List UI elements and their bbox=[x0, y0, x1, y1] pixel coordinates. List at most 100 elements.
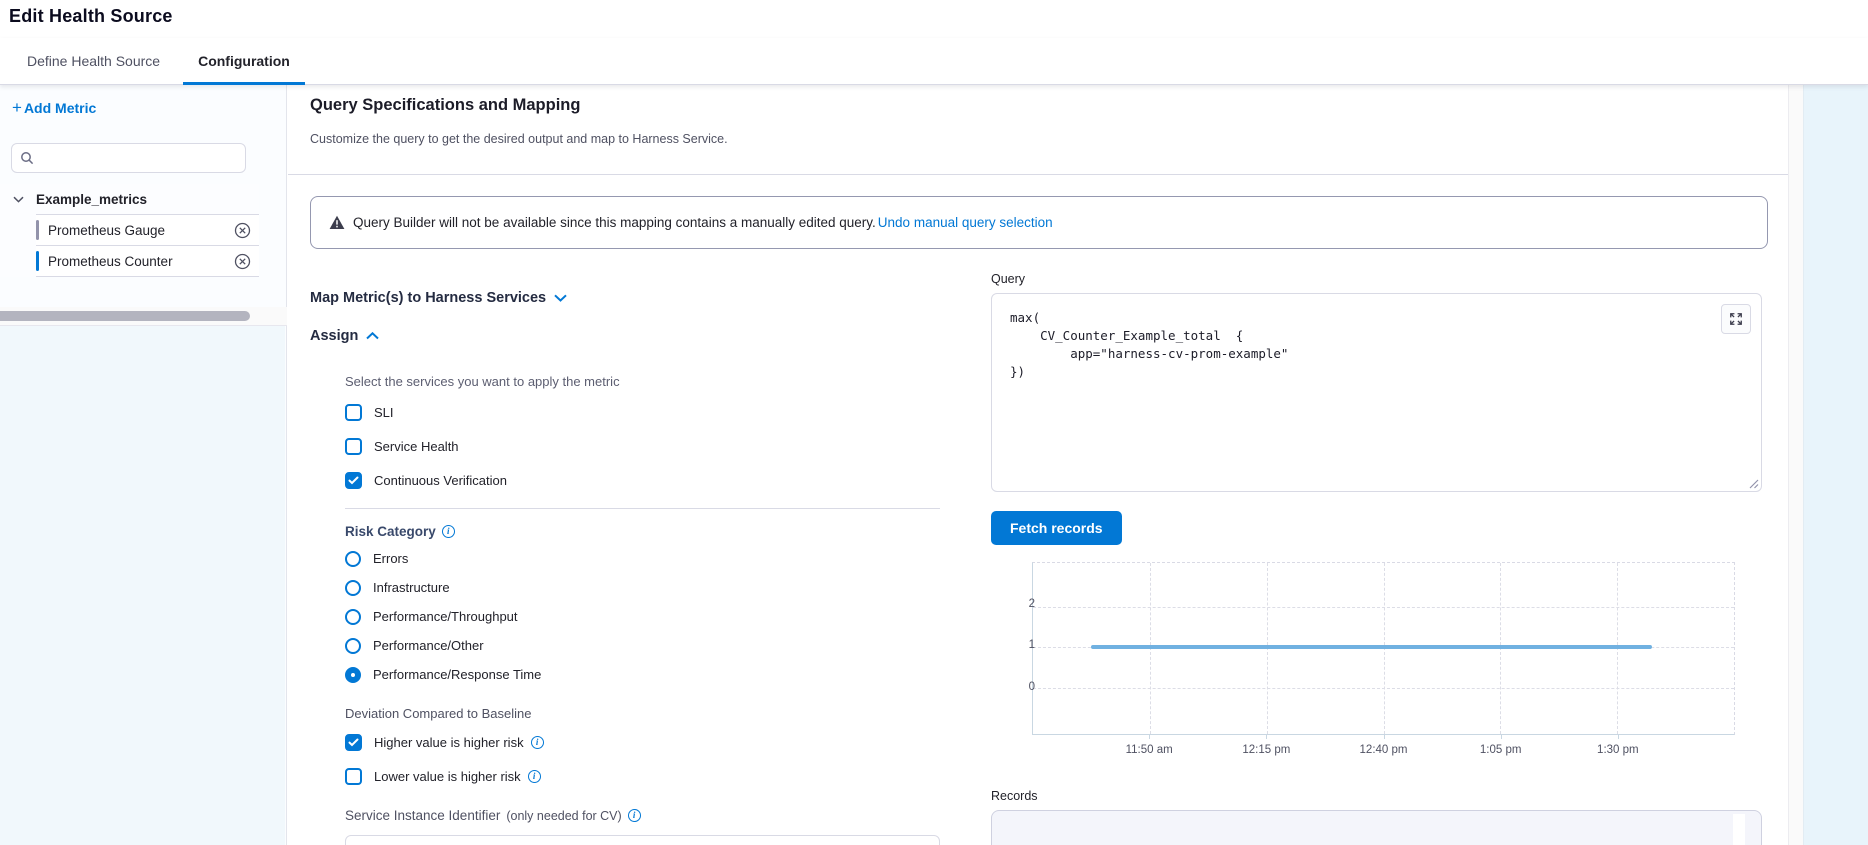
assign-label: Assign bbox=[310, 328, 358, 344]
radio-label: Infrastructure bbox=[373, 580, 450, 595]
metric-group-example-metrics[interactable]: Example_metrics bbox=[0, 184, 259, 214]
metric-item-label: Prometheus Counter bbox=[48, 254, 231, 269]
assign-form-column: Map Metric(s) to Harness Services Assign… bbox=[310, 290, 970, 845]
assign-section-toggle[interactable]: Assign bbox=[310, 328, 970, 344]
x-axis-tick bbox=[1501, 735, 1502, 739]
radio-label: Performance/Response Time bbox=[373, 667, 541, 682]
radio-row-performance-response-time[interactable]: Performance/Response Time bbox=[345, 665, 940, 684]
tab-configuration[interactable]: Configuration bbox=[183, 38, 305, 84]
add-metric-label: Add Metric bbox=[24, 100, 96, 116]
query-column: Query max( CV_Counter_Example_total { ap… bbox=[991, 272, 1762, 845]
fetch-records-button[interactable]: Fetch records bbox=[991, 511, 1122, 545]
info-icon[interactable]: i bbox=[528, 770, 541, 783]
chevron-down-icon bbox=[554, 294, 567, 302]
chevron-up-icon bbox=[366, 332, 379, 340]
section-title: Query Specifications and Mapping bbox=[310, 96, 580, 115]
edit-health-source-drawer: Edit Health Source Define Health Source … bbox=[0, 0, 1868, 845]
add-metric-button[interactable]: + Add Metric bbox=[12, 100, 96, 116]
info-icon[interactable]: i bbox=[442, 525, 455, 538]
query-editor[interactable]: max( CV_Counter_Example_total { app="har… bbox=[991, 293, 1762, 492]
page-header: Edit Health Source bbox=[0, 0, 1868, 38]
checkbox-label: Service Health bbox=[374, 439, 459, 454]
metric-item-prometheus-counter[interactable]: Prometheus Counter bbox=[36, 246, 259, 277]
radio-unselected[interactable] bbox=[345, 580, 361, 596]
service-instance-identifier-row: Service Instance Identifier (only needed… bbox=[345, 808, 940, 823]
risk-category-label-row: Risk Category i bbox=[345, 524, 940, 539]
tab-define-health-source[interactable]: Define Health Source bbox=[12, 38, 175, 84]
query-code[interactable]: max( CV_Counter_Example_total { app="har… bbox=[992, 294, 1761, 396]
metric-search-box bbox=[11, 143, 246, 173]
risk-category-label: Risk Category bbox=[345, 524, 436, 539]
checkbox-row-service-health[interactable]: Service Health bbox=[345, 436, 940, 456]
metrics-tree: Example_metrics Prometheus Gauge Prometh… bbox=[0, 184, 259, 277]
checkbox-checked[interactable] bbox=[345, 734, 362, 751]
radio-row-errors[interactable]: Errors bbox=[345, 549, 940, 568]
warning-icon bbox=[329, 215, 345, 230]
warning-text: Query Builder will not be available sinc… bbox=[353, 215, 876, 230]
sii-label: Service Instance Identifier bbox=[345, 808, 500, 823]
remove-metric-icon[interactable] bbox=[231, 250, 253, 272]
y-axis-tick-label: 2 bbox=[1005, 598, 1035, 610]
radio-row-performance-throughput[interactable]: Performance/Throughput bbox=[345, 607, 940, 626]
manual-query-warning-banner: Query Builder will not be available sinc… bbox=[310, 196, 1768, 249]
checkbox-label: SLI bbox=[374, 405, 394, 420]
x-axis-tick bbox=[1149, 735, 1150, 739]
resize-grip-icon[interactable] bbox=[1748, 478, 1759, 489]
plus-icon: + bbox=[12, 101, 22, 115]
remove-metric-icon[interactable] bbox=[231, 219, 253, 241]
deviation-label: Deviation Compared to Baseline bbox=[345, 706, 940, 721]
radio-label: Errors bbox=[373, 551, 408, 566]
chart-plot bbox=[1032, 562, 1735, 735]
metric-accent-bar bbox=[36, 251, 39, 271]
map-metrics-section-toggle[interactable]: Map Metric(s) to Harness Services bbox=[310, 290, 970, 306]
checkbox-checked[interactable] bbox=[345, 472, 362, 489]
x-axis-tick bbox=[1384, 735, 1385, 739]
sidebar-lower-background bbox=[0, 326, 285, 845]
info-icon[interactable]: i bbox=[628, 809, 641, 822]
checkbox-row-higher-value[interactable]: Higher value is higher risk i bbox=[345, 732, 940, 752]
x-axis-tick-label: 1:30 pm bbox=[1597, 744, 1639, 756]
query-label: Query bbox=[991, 272, 1762, 286]
info-icon[interactable]: i bbox=[531, 736, 544, 749]
divider bbox=[288, 174, 1788, 175]
radio-unselected[interactable] bbox=[345, 609, 361, 625]
records-scrollbar-track[interactable] bbox=[1733, 814, 1745, 845]
panel-gutter bbox=[1788, 85, 1803, 845]
x-axis-tick-label: 1:05 pm bbox=[1480, 744, 1522, 756]
x-axis-tick-label: 11:50 am bbox=[1126, 744, 1173, 756]
checkbox-unchecked[interactable] bbox=[345, 404, 362, 421]
content-area: + Add Metric Example_metrics bbox=[0, 85, 1868, 845]
undo-manual-query-link[interactable]: Undo manual query selection bbox=[878, 215, 1053, 230]
services-hint: Select the services you want to apply th… bbox=[345, 374, 940, 389]
query-results-chart: 01211:50 am12:15 pm12:40 pm1:05 pm1:30 p… bbox=[1032, 562, 1744, 762]
assign-body: Select the services you want to apply th… bbox=[345, 374, 940, 845]
checkbox-unchecked[interactable] bbox=[345, 438, 362, 455]
search-input[interactable] bbox=[40, 151, 237, 166]
radio-selected[interactable] bbox=[345, 667, 361, 683]
metric-item-label: Prometheus Gauge bbox=[48, 223, 231, 238]
metric-item-prometheus-gauge[interactable]: Prometheus Gauge bbox=[36, 215, 259, 246]
radio-row-infrastructure[interactable]: Infrastructure bbox=[345, 578, 940, 597]
divider bbox=[345, 508, 940, 509]
scrollbar-thumb[interactable] bbox=[0, 311, 250, 321]
page-background bbox=[1803, 85, 1868, 845]
radio-row-performance-other[interactable]: Performance/Other bbox=[345, 636, 940, 655]
radio-unselected[interactable] bbox=[345, 638, 361, 654]
checkbox-label: Lower value is higher risk bbox=[374, 769, 521, 784]
checkbox-unchecked[interactable] bbox=[345, 768, 362, 785]
checkbox-row-lower-value[interactable]: Lower value is higher risk i bbox=[345, 766, 940, 786]
records-panel bbox=[991, 810, 1762, 845]
series-line bbox=[1091, 645, 1652, 649]
x-axis-tick-label: 12:15 pm bbox=[1242, 744, 1290, 756]
checkbox-row-continuous-verification[interactable]: Continuous Verification bbox=[345, 470, 940, 490]
sii-select[interactable]: app bbox=[345, 835, 940, 845]
search-icon bbox=[20, 151, 34, 165]
radio-unselected[interactable] bbox=[345, 551, 361, 567]
sidebar-horizontal-scrollbar bbox=[0, 307, 287, 326]
metrics-sidebar: + Add Metric Example_metrics bbox=[0, 85, 287, 845]
metric-accent-bar bbox=[36, 220, 39, 240]
checkbox-row-sli[interactable]: SLI bbox=[345, 402, 940, 422]
x-axis-tick-label: 12:40 pm bbox=[1360, 744, 1408, 756]
checkbox-label: Continuous Verification bbox=[374, 473, 507, 488]
expand-icon[interactable] bbox=[1721, 304, 1751, 334]
